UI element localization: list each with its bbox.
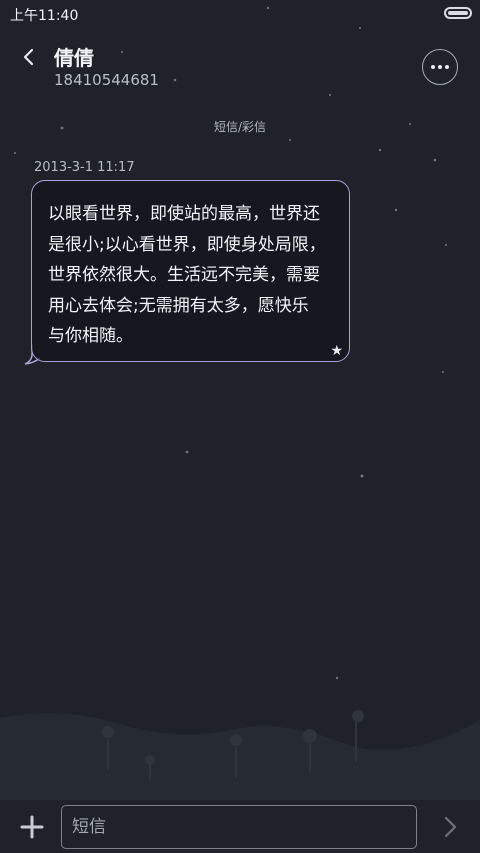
- conversation-header: 倩倩 18410544681: [0, 36, 480, 100]
- status-time: 上午11:40: [10, 8, 79, 24]
- contact-name: 倩倩: [54, 46, 94, 70]
- send-button[interactable]: [438, 815, 462, 839]
- more-options-button[interactable]: [422, 49, 458, 85]
- battery-icon: [444, 7, 472, 19]
- message-timestamp: 2013-3-1 11:17: [34, 160, 135, 175]
- star-icon: ★: [330, 343, 343, 359]
- message-bubble[interactable]: 以眼看世界，即使站的最高，世界还 是很小;以心看世界，即使身处局限， 世界依然很…: [31, 180, 350, 362]
- landscape-silhouette: [0, 710, 480, 800]
- message-text: 以眼看世界，即使站的最高，世界还 是很小;以心看世界，即使身处局限， 世界依然很…: [48, 204, 326, 346]
- back-button[interactable]: [14, 42, 44, 72]
- message-composer: [0, 789, 480, 853]
- message-input[interactable]: [61, 805, 417, 849]
- thread-type-label: 短信/彩信: [213, 120, 267, 134]
- add-attachment-button[interactable]: [18, 813, 46, 841]
- status-bar: 上午11:40: [0, 0, 480, 28]
- more-icon: [423, 50, 457, 84]
- chevron-left-icon: [23, 48, 34, 66]
- contact-number: 18410544681: [54, 71, 159, 89]
